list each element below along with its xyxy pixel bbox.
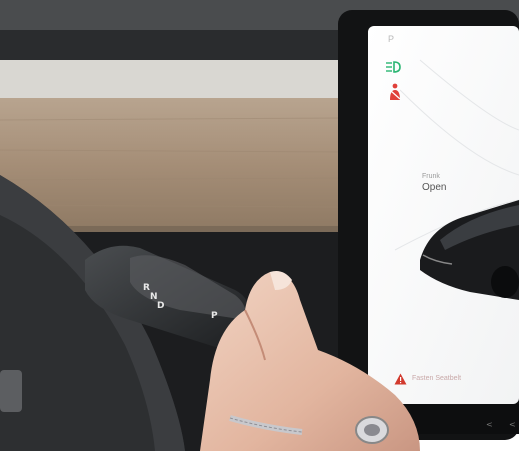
stalk-park-label: P: [211, 311, 218, 321]
svg-text:<: <: [509, 420, 516, 429]
alert-text: Fasten Seatbelt: [412, 375, 462, 382]
stalk-drive-label: D: [157, 301, 165, 311]
headlight-indicator-icon: [385, 60, 405, 74]
seatbelt-warning-icon: [388, 83, 402, 101]
photo-scene: < < R N D P P Frunk Open Fasten Seatbelt: [0, 0, 519, 451]
frunk-status[interactable]: Open: [422, 182, 446, 193]
stalk-reverse-label: R: [143, 283, 150, 293]
frunk-label: Frunk: [422, 173, 440, 180]
gear-indicator: P: [388, 34, 396, 44]
touchscreen: P Frunk Open Fasten Seatbelt: [368, 28, 516, 400]
svg-text:<: <: [486, 420, 493, 429]
warning-triangle-icon: [394, 373, 407, 385]
